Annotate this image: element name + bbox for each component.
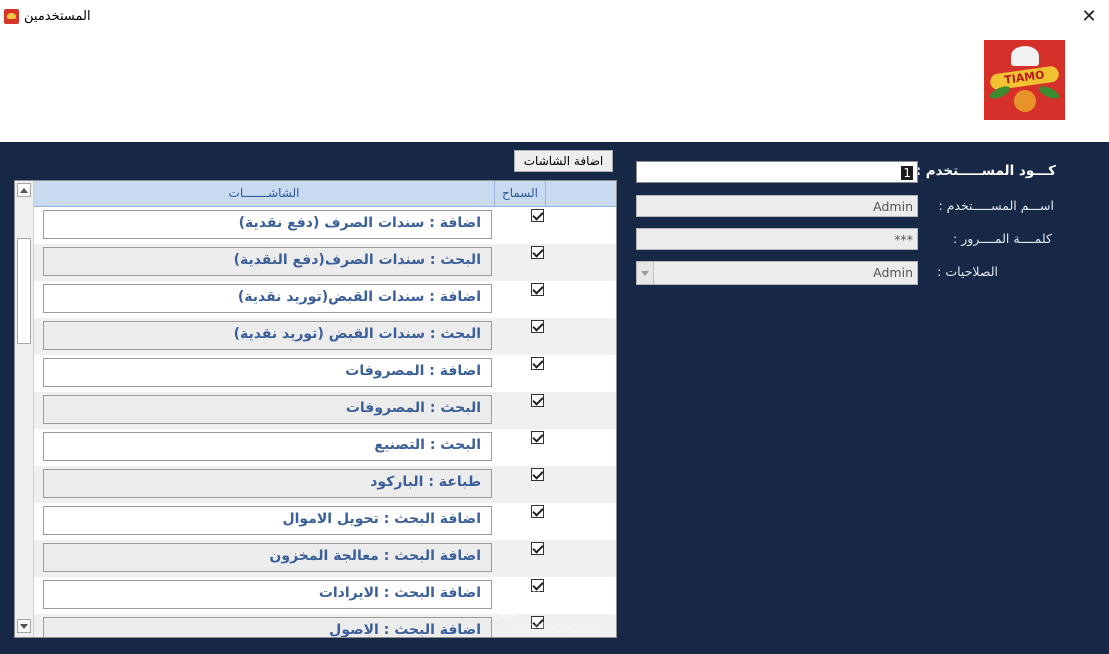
screen-name-field[interactable]: اضافة : سندات الصرف (دفع نقدية): [43, 210, 492, 239]
table-row[interactable]: البحث : سندات الصرف(دفع النقدية): [34, 244, 616, 281]
permissions-value: Admin: [873, 265, 913, 280]
table-row[interactable]: اضافة البحث : تحويل الاموال: [34, 503, 616, 540]
watermark-url: mostaql.com: [513, 620, 599, 635]
leaf-icon: [1037, 83, 1061, 102]
user-name-field[interactable]: Admin: [636, 195, 918, 217]
close-button[interactable]: ✕: [1075, 3, 1103, 31]
table-row[interactable]: طباعة : الباركود: [34, 466, 616, 503]
allow-checkbox[interactable]: [531, 468, 544, 481]
main-panel: اضافة الشاشات كـــود المســـــتخدم : اسـ…: [0, 142, 1109, 654]
table-row[interactable]: البحث : المصروفات: [34, 392, 616, 429]
user-code-label: كـــود المســـــتخدم :: [915, 163, 1056, 179]
chevron-down-icon[interactable]: [637, 262, 654, 284]
allow-checkbox[interactable]: [531, 394, 544, 407]
screen-name-field[interactable]: البحث : التصنيع: [43, 432, 492, 461]
column-header-allow[interactable]: السماح: [495, 181, 546, 207]
screen-name-field[interactable]: اضافة : المصروفات: [43, 358, 492, 387]
screen-name-field[interactable]: البحث : سندات القبض (توريد نقدية): [43, 321, 492, 350]
table-row[interactable]: اضافة : المصروفات: [34, 355, 616, 392]
screen-name-field[interactable]: اضافة البحث : الاصول: [43, 617, 492, 637]
grid-header: الشاشـــــــات السماح: [34, 181, 616, 207]
brand-logo: TIAMO: [984, 40, 1065, 120]
allow-checkbox[interactable]: [531, 505, 544, 518]
column-header-screens[interactable]: الشاشـــــــات: [34, 181, 495, 207]
allow-checkbox[interactable]: [531, 320, 544, 333]
allow-checkbox[interactable]: [531, 283, 544, 296]
header: TIAMO: [0, 34, 1109, 142]
screen-name-field[interactable]: طباعة : الباركود: [43, 469, 492, 498]
add-screens-button[interactable]: اضافة الشاشات: [514, 150, 613, 172]
table-row[interactable]: اضافة : سندات الصرف (دفع نقدية): [34, 207, 616, 244]
password-field[interactable]: ***: [636, 228, 918, 250]
allow-checkbox[interactable]: [531, 209, 544, 222]
pepper-icon: [1014, 90, 1036, 112]
table-row[interactable]: البحث : التصنيع: [34, 429, 616, 466]
password-label: كلمــــة المــــرور :: [953, 231, 1052, 246]
window-title: المستخدمين: [24, 9, 91, 24]
screens-grid: الشاشـــــــات السماح اضافة : سندات الصر…: [14, 180, 617, 638]
app-icon: [4, 9, 19, 24]
watermark-text: مستقل: [493, 581, 619, 621]
permissions-select[interactable]: Admin: [636, 261, 918, 285]
screen-name-field[interactable]: اضافة البحث : معالجة المخزون: [43, 543, 492, 572]
allow-checkbox[interactable]: [531, 431, 544, 444]
permissions-label: الصلاحيات :: [937, 264, 998, 279]
allow-checkbox[interactable]: [531, 357, 544, 370]
scroll-up-icon[interactable]: [17, 183, 31, 197]
grid-rows: اضافة : سندات الصرف (دفع نقدية) البحث : س…: [34, 207, 616, 637]
scroll-down-icon[interactable]: [17, 619, 31, 633]
screen-name-field[interactable]: اضافة البحث : تحويل الاموال: [43, 506, 492, 535]
table-row[interactable]: اضافة البحث : معالجة المخزون: [34, 540, 616, 577]
screen-name-field[interactable]: اضافة البحث : الايرادات: [43, 580, 492, 609]
screen-name-field[interactable]: اضافة : سندات القبض(توريد نقدية): [43, 284, 492, 313]
vertical-scrollbar[interactable]: [15, 181, 34, 637]
table-row[interactable]: البحث : سندات القبض (توريد نقدية): [34, 318, 616, 355]
screen-name-field[interactable]: البحث : سندات الصرف(دفع النقدية): [43, 247, 492, 276]
screen-name-field[interactable]: البحث : المصروفات: [43, 395, 492, 424]
scroll-thumb[interactable]: [17, 238, 31, 344]
allow-checkbox[interactable]: [531, 246, 544, 259]
table-row[interactable]: اضافة : سندات القبض(توريد نقدية): [34, 281, 616, 318]
chef-hat-icon: [1011, 46, 1039, 66]
watermark: مستقل mostaql.com: [488, 580, 624, 640]
user-name-label: اســـم المســـــتخدم :: [938, 198, 1054, 213]
user-code-field[interactable]: 1: [636, 161, 918, 183]
allow-checkbox[interactable]: [531, 542, 544, 555]
user-code-value: 1: [901, 166, 913, 180]
title-bar: المستخدمين ✕: [0, 0, 1109, 34]
